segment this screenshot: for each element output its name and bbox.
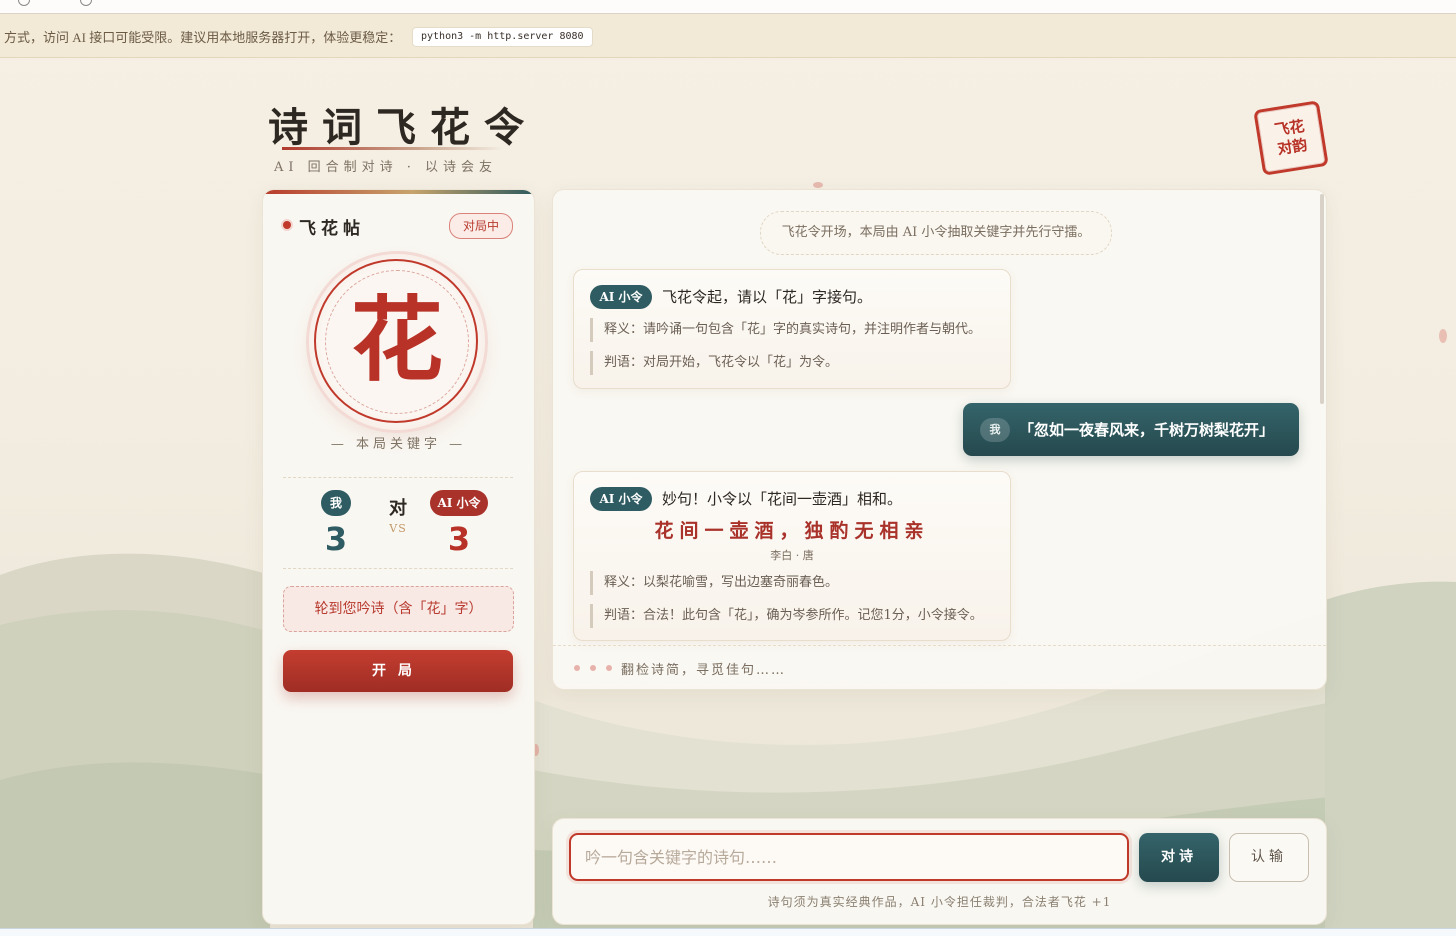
seal-logo: 飞花 对韵 xyxy=(1253,100,1329,176)
versus-label: 对 xyxy=(389,498,407,519)
sender-tag: 我 xyxy=(980,418,1010,442)
page-title: 诗词飞花令 xyxy=(268,104,538,151)
browser-top-strip xyxy=(0,0,1456,14)
turn-indicator: 轮到您吟诗（含「花」字） xyxy=(283,586,514,632)
sidebar-title: 飞花帖 xyxy=(299,219,365,239)
start-game-button[interactable]: 开局 xyxy=(283,650,513,692)
ai-message: AI 小令 飞花令起，请以「花」字接句。 释义：请吟诵一句包含「花」字的真实诗句… xyxy=(573,269,1011,389)
typing-indicator: 翻检诗简，寻觅佳句…… xyxy=(553,645,1326,689)
ai-badge: AI 小令 xyxy=(430,490,488,516)
ai-score: 3 xyxy=(447,520,471,558)
composer-panel: 对诗 认输 诗句须为真实经典作品，AI 小令担任裁判，合法者飞花 +1 xyxy=(552,818,1327,925)
keyword-label: — 本局关键字 — xyxy=(330,437,467,452)
typing-dot xyxy=(574,665,580,671)
circle-icon xyxy=(80,0,92,6)
typing-text: 翻检诗简，寻觅佳句…… xyxy=(621,663,787,678)
keyword-medallion: 花 xyxy=(309,254,485,430)
chat-scrollbar[interactable] xyxy=(1320,194,1324,404)
message-note: 释义：请吟诵一句包含「花」字的真实诗句，并注明作者与朝代。 xyxy=(590,318,981,342)
poem-author: 李白 · 唐 xyxy=(770,549,814,562)
banner-text: 方式，访问 AI 接口可能受限。建议用本地服务器打开，体验更稳定： xyxy=(4,30,402,45)
typing-dot xyxy=(590,665,596,671)
poem-input[interactable] xyxy=(569,833,1129,881)
submit-poem-button[interactable]: 对诗 xyxy=(1139,833,1219,882)
sender-tag: AI 小令 xyxy=(590,487,652,511)
message-note: 判语：对局开始，飞花令以「花」为令。 xyxy=(590,351,838,375)
divider xyxy=(283,568,513,569)
message-text: 妙句！小令以「花间一壶酒」相和。 xyxy=(662,490,903,508)
system-message: 飞花令开场，本局由 AI 小令抽取关键字并先行守擂。 xyxy=(760,211,1112,255)
message-text: 飞花令起，请以「花」字接句。 xyxy=(662,288,873,306)
message-note: 释义：以梨花喻雪，写出边塞奇丽春色。 xyxy=(590,571,838,595)
warning-banner: 方式，访问 AI 接口可能受限。建议用本地服务器打开，体验更稳定： python… xyxy=(0,14,1456,58)
ai-message: AI 小令 妙句！小令以「花间一壶酒」相和。 花间一壶酒，独酌无相亲 李白 · … xyxy=(573,471,1011,641)
chat-panel: 飞花令开场，本局由 AI 小令抽取关键字并先行守擂。 AI 小令 飞花令起，请以… xyxy=(552,189,1327,690)
message-note: 判语：合法！此句含「花」，确为岑参所作。记您1分，小令接令。 xyxy=(590,604,983,628)
composer-hint: 诗句须为真实经典作品，AI 小令担任裁判，合法者飞花 +1 xyxy=(767,895,1112,909)
keyword-character: 花 xyxy=(350,286,443,394)
circle-icon xyxy=(18,0,30,6)
game-sidebar: 飞花帖 对局中 花 — 本局关键字 — 我 3 对 VS AI 小令 3 轮到您… xyxy=(262,189,535,925)
versus-text: VS xyxy=(389,522,407,535)
title-underline xyxy=(282,147,504,150)
player-message: 我 「忽如一夜春风来，千树万树梨花开」 xyxy=(963,403,1299,456)
divider xyxy=(283,477,513,478)
message-text: 「忽如一夜春风来，千树万树梨花开」 xyxy=(1019,421,1275,439)
player-score: 3 xyxy=(324,520,348,558)
sender-tag: AI 小令 xyxy=(590,285,652,309)
player-badge: 我 xyxy=(321,490,351,516)
concede-button[interactable]: 认输 xyxy=(1229,833,1309,882)
page-subtitle: AI 回合制对诗 · 以诗会友 xyxy=(274,160,498,175)
typing-dot xyxy=(606,665,612,671)
banner-command: python3 -m http.server 8080 xyxy=(412,27,593,47)
dot-icon xyxy=(283,221,291,229)
poem-line: 花间一壶酒，独酌无相亲 xyxy=(654,520,930,542)
status-badge: 对局中 xyxy=(449,213,513,239)
panel-accent-bar xyxy=(263,190,534,194)
